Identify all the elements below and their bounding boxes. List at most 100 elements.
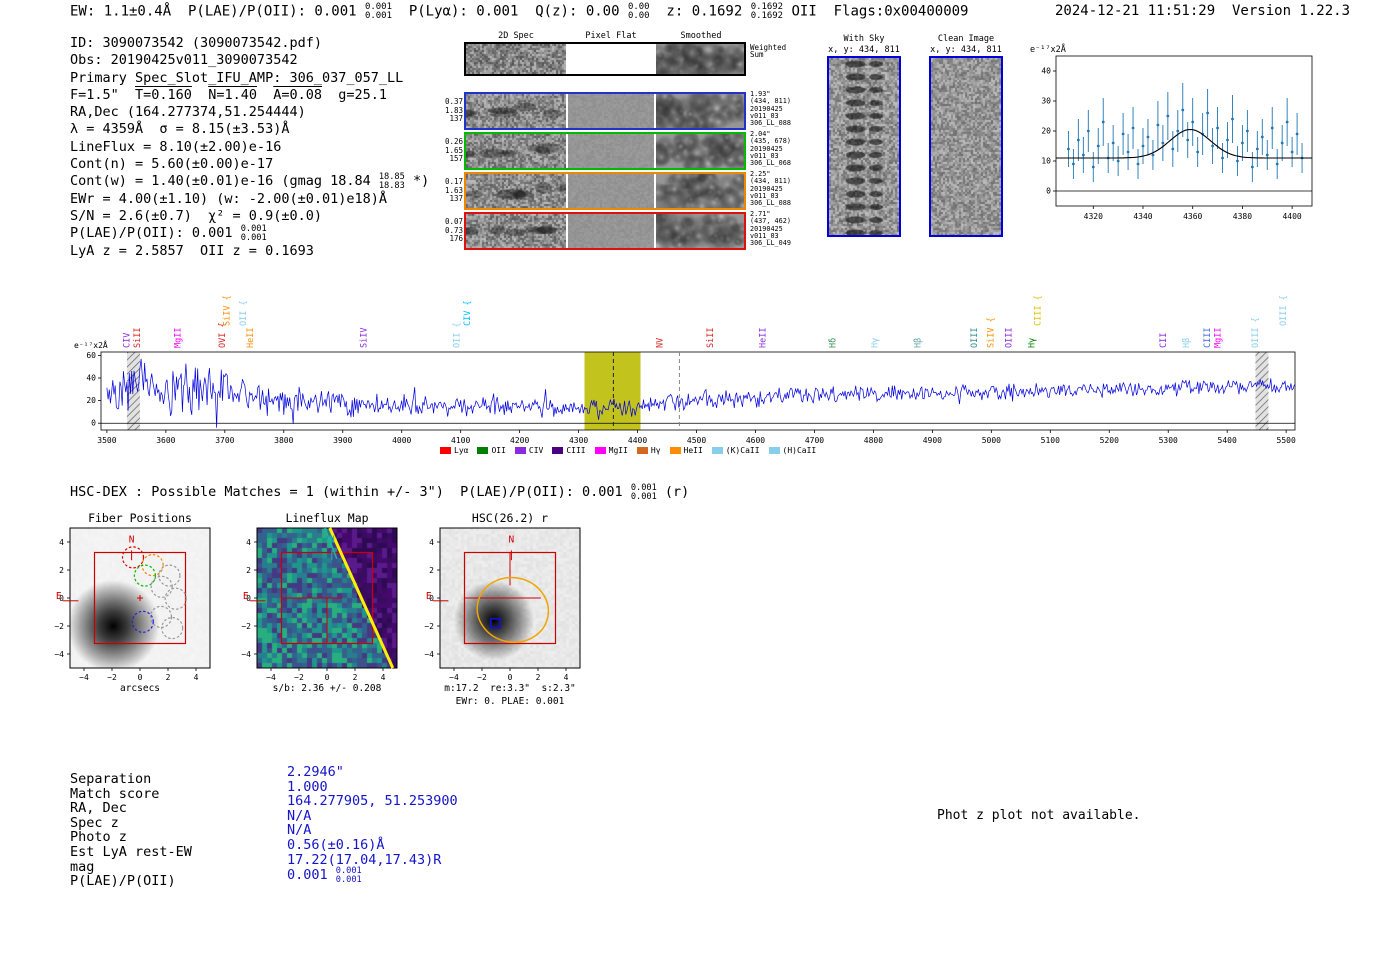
info-line: LyA z = 2.5857 OII z = 0.1693 <box>70 243 429 260</box>
x-tick-label: 4340 <box>1133 212 1152 221</box>
match-row-label: Spec z <box>70 814 119 831</box>
info-line: LineFlux = 8.10(±2.00)e-16 <box>70 139 429 156</box>
y-tick-label: 10 <box>1041 157 1051 166</box>
match-row-value: 17.22(17.04,17.43)R <box>287 852 458 868</box>
match-row-label: Photo z <box>70 829 127 846</box>
text-segment: LyA z = 2.5857 OII z = 0.1693 <box>70 242 314 259</box>
text-segment: Cont(w) = 1.40(±0.01)e-16 (gmag 18.84 <box>70 173 379 190</box>
legend-item: (K)CaII <box>711 446 760 455</box>
x-tick-label: 0 <box>325 673 330 682</box>
y-tick-label: −4 <box>424 650 434 659</box>
x-tick-label: 4400 <box>1282 212 1301 221</box>
fiber-info-text: 2.71" (437, 462) 20190425 v011_03 306_LL… <box>750 210 791 248</box>
fiber-smoothed-image <box>656 174 744 208</box>
match-row-value: N/A <box>287 808 458 824</box>
text-segment: F=1.5" <box>70 86 136 103</box>
text-segment: EW: 1.1±0.4Å P(LAE)/P(OII): 0.001 <box>70 3 366 20</box>
info-line: Obs: 20190425v011_3090073542 <box>70 52 429 69</box>
sky-residual-hatch-band <box>1255 352 1269 430</box>
text-segment: Cont(n) = 5.60(±0.00)e-17 <box>70 156 274 173</box>
x-tick-label: 4000 <box>392 436 411 445</box>
x-tick-label: −4 <box>266 673 276 682</box>
hsc-cutout-title: HSC(26.2) r <box>471 511 549 525</box>
weighted-2dspec-image <box>466 44 566 74</box>
data-point <box>1275 162 1279 166</box>
x-tick-label: −2 <box>294 673 304 682</box>
data-point <box>1076 138 1080 142</box>
emission-line-label: Hγ <box>1027 338 1037 348</box>
emission-line-label: CIV <box>122 333 132 348</box>
x-tick-label: −2 <box>107 673 117 682</box>
fiber-smoothed-image <box>656 214 744 248</box>
x-tick-label: 4320 <box>1084 212 1103 221</box>
match-row-label: RA, Dec <box>70 800 127 817</box>
emission-line-label: SiIV { <box>223 295 233 326</box>
clean-title: Clean Image <box>937 34 995 44</box>
spec2d-fiber-row <box>464 132 746 170</box>
fiber-weight-numbers: 0.07 0.73 176 <box>445 217 464 243</box>
data-point <box>1181 108 1185 112</box>
photz-note: Phot z plot not available. <box>937 808 1141 823</box>
y-tick-label: 0 <box>91 419 96 428</box>
legend-label: Lyα <box>454 446 469 455</box>
match-row-label: P(LAE)/P(OII) <box>70 873 176 890</box>
y-tick-label: 40 <box>1041 67 1051 76</box>
data-point <box>1096 144 1100 148</box>
fiber-info-text: 2.04" (435, 678) 20190425 v011_03 306_LL… <box>750 130 791 168</box>
legend-swatch <box>552 447 564 454</box>
text-segment: LineFlux = 8.10(±2.00)e-16 <box>70 138 282 155</box>
data-point <box>1116 159 1120 163</box>
hsc-match-header-line: HSC-DEX : Possible Matches = 1 (within +… <box>70 483 689 502</box>
y-tick-label: 40 <box>86 374 96 383</box>
match-row-value: 1.000 <box>287 779 458 795</box>
text-segment: Primary Spec_Slot_IFU_AMP: 306_037_057_L… <box>70 69 404 86</box>
match-table-values: 2.2946" 1.000 164.277905, 51.253900 N/A N/A 0… <box>287 765 458 885</box>
timestamp-version: 2024-12-21 11:51:29 Version 1.22.3 <box>1055 3 1351 19</box>
emission-line-label: MgII <box>174 328 184 348</box>
y-tick-label: −4 <box>54 650 64 659</box>
x-tick-label: 4100 <box>451 436 470 445</box>
text-segment: RA,Dec (164.277374,51.254444) <box>70 104 306 121</box>
lineflux-map-title: Lineflux Map <box>285 511 369 525</box>
fiber-circle <box>149 605 173 629</box>
info-line: RA,Dec (164.277374,51.254444) <box>70 104 429 121</box>
text-segment: ID: 3090073542 (3090073542.pdf) <box>70 35 322 51</box>
data-point <box>1146 135 1150 139</box>
summary-header-line: EW: 1.1±0.4Å P(LAE)/P(OII): 0.001 0.001 0… <box>70 2 968 22</box>
text-segment: z: 0.1692 <box>649 3 751 20</box>
y-axis-units-label: e⁻¹⁷x2Å <box>1030 43 1066 55</box>
spec2d-fiber-row <box>464 212 746 250</box>
legend-swatch <box>594 447 606 454</box>
y-tick-label: 20 <box>86 396 96 405</box>
x-tick-label: 3500 <box>97 436 116 445</box>
data-point <box>1250 165 1254 169</box>
fiber-circle <box>150 575 173 598</box>
sup-sub-uncertainty: 0.001 0.001 <box>336 867 362 885</box>
data-point <box>1086 129 1090 133</box>
match-row-label: Separation <box>70 771 152 787</box>
x-tick-label: 5300 <box>1159 436 1178 445</box>
data-point <box>1196 150 1200 154</box>
text-segment: P(Lyα): 0.001 Q(z): 0.00 <box>391 3 628 20</box>
gaussian-fit-curve <box>1056 128 1312 159</box>
legend-item: (H)CaII <box>768 446 816 455</box>
info-line: F=1.5" T=0.160 N=1.40 A=0.08 g=25.1 <box>70 87 429 104</box>
x-tick-label: 5400 <box>1218 436 1237 445</box>
emission-line-label: OIII <box>970 328 980 348</box>
data-point <box>1156 123 1160 127</box>
data-point <box>1166 114 1170 118</box>
x-tick-label: 0 <box>508 673 513 682</box>
x-tick-label: 3700 <box>215 436 234 445</box>
y-tick-label: 4 <box>429 538 434 547</box>
fiber-pixelflat-image <box>568 94 654 128</box>
uncertainty-lower: 0.001 <box>335 875 362 886</box>
x-tick-label: 4380 <box>1233 212 1252 221</box>
hsc-xlabel: m:17.2 re:3.3" s:2.3" <box>444 683 576 694</box>
y-tick-label: 30 <box>1041 97 1051 106</box>
clean-coords: x, y: 434, 811 <box>930 45 1002 55</box>
data-point <box>1216 126 1219 130</box>
data-point <box>1176 129 1180 133</box>
data-point <box>1245 129 1249 133</box>
legend-swatch <box>440 447 451 454</box>
match-row-label: Est LyA rest-EW <box>70 843 192 860</box>
